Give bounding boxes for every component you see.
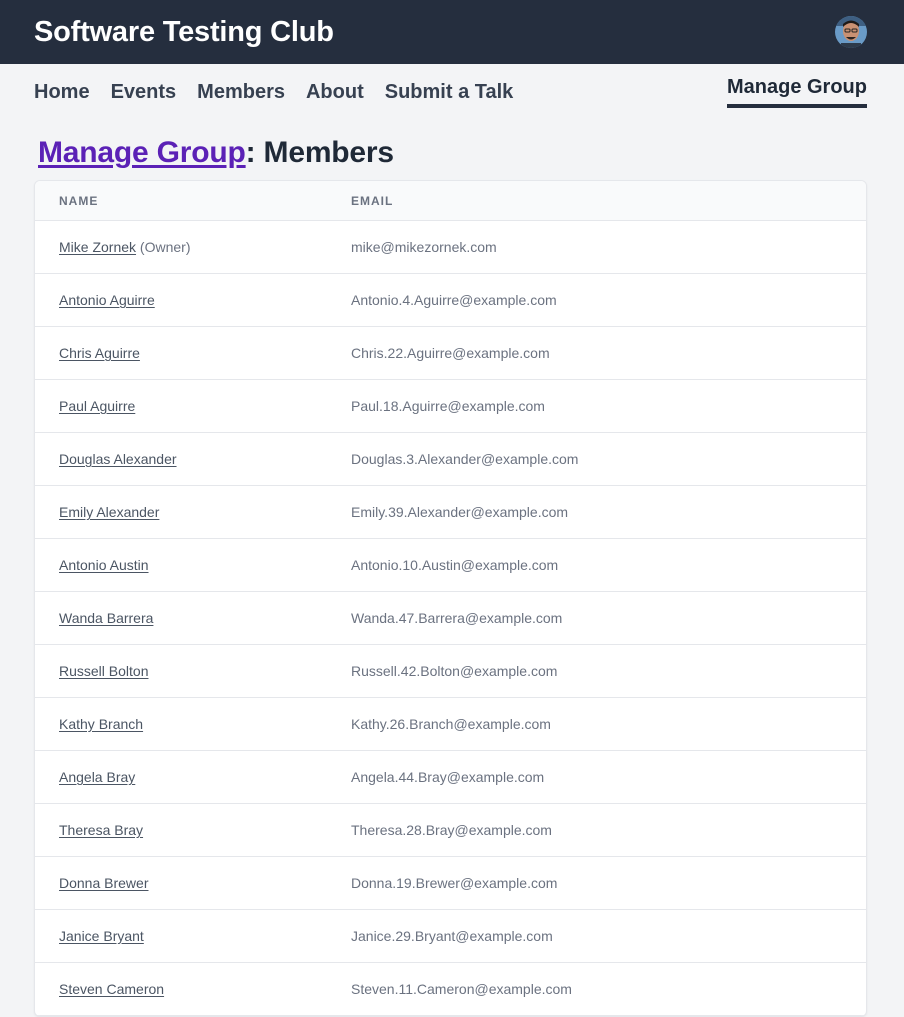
member-email-cell: Janice.29.Bryant@example.com xyxy=(351,928,553,944)
table-row: Janice Bryant Janice.29.Bryant@example.co… xyxy=(35,910,866,963)
member-email-cell: Donna.19.Brewer@example.com xyxy=(351,875,558,891)
member-name-cell: Antonio Aguirre xyxy=(35,292,351,308)
member-name-link[interactable]: Wanda Barrera xyxy=(59,610,153,626)
member-name-link[interactable]: Chris Aguirre xyxy=(59,345,140,361)
member-email-cell: Wanda.47.Barrera@example.com xyxy=(351,610,563,626)
nav-links: Home Events Members About Submit a Talk xyxy=(34,64,513,104)
member-name-cell: Donna Brewer xyxy=(35,875,351,891)
table-row: Emily Alexander Emily.39.Alexander@exampl… xyxy=(35,486,866,539)
member-email-cell: Antonio.10.Austin@example.com xyxy=(351,557,559,573)
table-row: Russell Bolton Russell.42.Bolton@example.… xyxy=(35,645,866,698)
member-email-cell: mike@mikezornek.com xyxy=(351,239,497,255)
table-row: Kathy Branch Kathy.26.Branch@example.com xyxy=(35,698,866,751)
member-name-cell: Paul Aguirre xyxy=(35,398,351,414)
nav-about[interactable]: About xyxy=(306,81,364,104)
column-header-name: NAME xyxy=(59,193,99,208)
member-name-cell: Janice Bryant xyxy=(35,928,351,944)
app-title[interactable]: Software Testing Club xyxy=(34,16,334,49)
table-row: Steven Cameron Steven.11.Cameron@example.… xyxy=(35,963,866,1016)
member-name-link[interactable]: Angela Bray xyxy=(59,769,135,785)
manage-group-breadcrumb-link[interactable]: Manage Group xyxy=(38,136,246,169)
member-email-cell: Chris.22.Aguirre@example.com xyxy=(351,345,550,361)
table-header: NAME EMAIL xyxy=(35,181,866,221)
member-name-link[interactable]: Steven Cameron xyxy=(59,981,164,997)
nav-submit-talk[interactable]: Submit a Talk xyxy=(385,81,514,104)
nav-events[interactable]: Events xyxy=(111,81,177,104)
table-row: Chris Aguirre Chris.22.Aguirre@example.co… xyxy=(35,327,866,380)
nav-manage-group[interactable]: Manage Group xyxy=(726,76,867,108)
user-avatar-icon[interactable] xyxy=(835,16,867,48)
member-name-cell: Douglas Alexander xyxy=(35,451,351,467)
member-email-cell: Russell.42.Bolton@example.com xyxy=(351,663,558,679)
member-email-cell: Paul.18.Aguirre@example.com xyxy=(351,398,545,414)
member-name-cell: Theresa Bray xyxy=(35,822,351,838)
member-name-cell: Wanda Barrera xyxy=(35,610,351,626)
table-row: Theresa Bray Theresa.28.Bray@example.com xyxy=(35,804,866,857)
nav-home[interactable]: Home xyxy=(34,81,90,104)
member-name-link[interactable]: Mike Zornek xyxy=(59,239,136,255)
members-table: NAME EMAIL Mike Zornek (Owner) mike@mikez… xyxy=(34,180,867,1017)
member-email-cell: Theresa.28.Bray@example.com xyxy=(351,822,552,838)
main-nav: Home Events Members About Submit a Talk … xyxy=(0,64,904,122)
member-name-link[interactable]: Antonio Austin xyxy=(59,557,149,573)
table-body: Mike Zornek (Owner) mike@mikezornek.com An… xyxy=(35,221,866,1016)
member-name-link[interactable]: Kathy Branch xyxy=(59,716,143,732)
member-name-link[interactable]: Theresa Bray xyxy=(59,822,143,838)
member-email-cell: Douglas.3.Alexander@example.com xyxy=(351,451,579,467)
table-row: Mike Zornek (Owner) mike@mikezornek.com xyxy=(35,221,866,274)
member-name-cell: Antonio Austin xyxy=(35,557,351,573)
column-header-email: EMAIL xyxy=(351,193,394,208)
table-row: Donna Brewer Donna.19.Brewer@example.com xyxy=(35,857,866,910)
table-row: Wanda Barrera Wanda.47.Barrera@example.co… xyxy=(35,592,866,645)
member-name-link[interactable]: Douglas Alexander xyxy=(59,451,177,467)
member-email-cell: Antonio.4.Aguirre@example.com xyxy=(351,292,557,308)
owner-label: (Owner) xyxy=(136,239,191,255)
member-name-link[interactable]: Donna Brewer xyxy=(59,875,149,891)
member-name-cell: Russell Bolton xyxy=(35,663,351,679)
page-title-suffix: : Members xyxy=(245,136,394,169)
table-row: Antonio Aguirre Antonio.4.Aguirre@example… xyxy=(35,274,866,327)
member-name-link[interactable]: Antonio Aguirre xyxy=(59,292,155,308)
member-email-cell: Steven.11.Cameron@example.com xyxy=(351,981,572,997)
page-title: Manage Group: Members xyxy=(0,122,904,180)
member-name-cell: Emily Alexander xyxy=(35,504,351,520)
member-name-cell: Angela Bray xyxy=(35,769,351,785)
member-name-cell: Chris Aguirre xyxy=(35,345,351,361)
member-email-cell: Kathy.26.Branch@example.com xyxy=(351,716,551,732)
member-name-cell: Kathy Branch xyxy=(35,716,351,732)
table-row: Paul Aguirre Paul.18.Aguirre@example.com xyxy=(35,380,866,433)
table-row: Douglas Alexander Douglas.3.Alexander@exa… xyxy=(35,433,866,486)
member-name-cell: Mike Zornek (Owner) xyxy=(35,239,351,255)
nav-members[interactable]: Members xyxy=(197,81,285,104)
member-name-cell: Steven Cameron xyxy=(35,981,351,997)
member-name-link[interactable]: Paul Aguirre xyxy=(59,398,135,414)
member-name-link[interactable]: Janice Bryant xyxy=(59,928,144,944)
member-name-link[interactable]: Emily Alexander xyxy=(59,504,159,520)
table-row: Angela Bray Angela.44.Bray@example.com xyxy=(35,751,866,804)
top-header: Software Testing Club xyxy=(0,0,904,64)
member-email-cell: Angela.44.Bray@example.com xyxy=(351,769,545,785)
table-row: Antonio Austin Antonio.10.Austin@example.… xyxy=(35,539,866,592)
member-email-cell: Emily.39.Alexander@example.com xyxy=(351,504,569,520)
member-name-link[interactable]: Russell Bolton xyxy=(59,663,149,679)
